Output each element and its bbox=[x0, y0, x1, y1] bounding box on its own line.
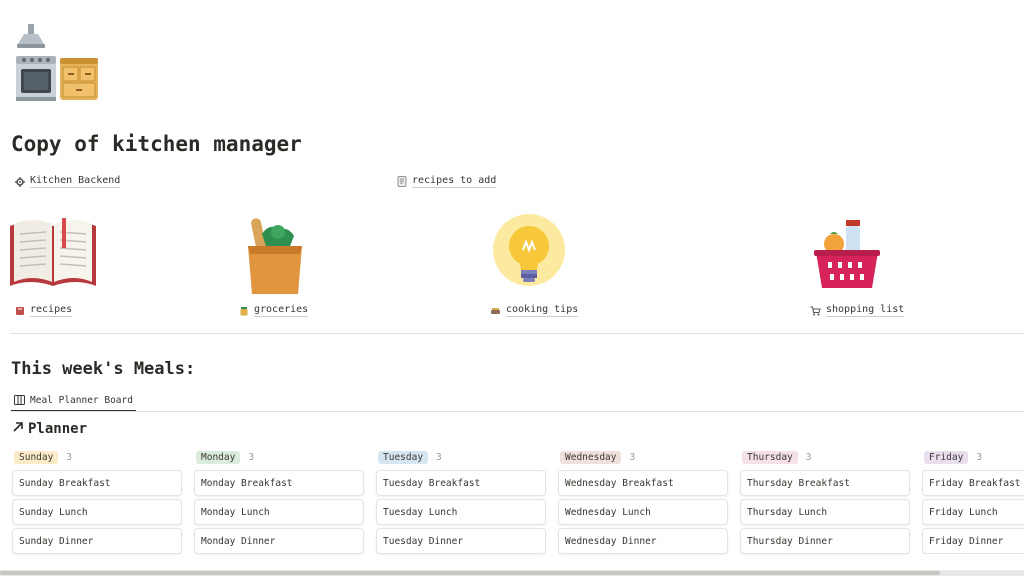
board-column-tuesday: Tuesday 3 Tuesday Breakfast Tuesday Lunc… bbox=[376, 448, 548, 554]
shopping-basket-icon bbox=[812, 212, 902, 296]
board-column-wednesday: Wednesday 3 Wednesday Breakfast Wednesda… bbox=[558, 448, 730, 554]
scrollbar-thumb[interactable] bbox=[0, 571, 940, 575]
open-book-icon bbox=[8, 212, 98, 296]
planner-title[interactable]: Planner bbox=[12, 421, 87, 437]
grocery-bag-icon bbox=[240, 212, 330, 296]
column-count: 3 bbox=[248, 451, 255, 463]
column-count: 3 bbox=[66, 451, 73, 463]
column-tag[interactable]: Friday bbox=[924, 450, 969, 464]
board-card[interactable]: Tuesday Breakfast bbox=[376, 470, 546, 496]
gallery-label: cooking tips bbox=[506, 304, 579, 317]
board-card[interactable]: Thursday Dinner bbox=[740, 528, 910, 554]
link-label: recipes to add bbox=[412, 175, 497, 188]
gallery-label: recipes bbox=[30, 304, 73, 317]
column-tag[interactable]: Monday bbox=[196, 450, 241, 464]
board-card[interactable]: Sunday Breakfast bbox=[12, 470, 182, 496]
column-count: 3 bbox=[436, 451, 442, 463]
gallery-label: shopping list bbox=[826, 304, 905, 317]
column-count: 3 bbox=[976, 451, 983, 463]
column-count: 3 bbox=[805, 451, 812, 463]
board-card[interactable]: Wednesday Lunch bbox=[558, 499, 728, 525]
board-column-thursday: Thursday 3 Thursday Breakfast Thursday L… bbox=[740, 448, 912, 554]
board-column-sunday: Sunday 3 Sunday Breakfast Sunday Lunch S… bbox=[12, 448, 184, 554]
column-tag[interactable]: Wednesday bbox=[560, 450, 622, 464]
light-bulb-icon bbox=[492, 212, 582, 296]
dish-icon bbox=[490, 305, 501, 316]
board-card[interactable]: Monday Breakfast bbox=[194, 470, 364, 496]
board-card[interactable]: Sunday Dinner bbox=[12, 528, 182, 554]
arrow-up-right-icon bbox=[12, 421, 24, 437]
horizontal-scrollbar[interactable] bbox=[0, 570, 1024, 576]
link-kitchen-backend[interactable]: Kitchen Backend bbox=[14, 175, 121, 188]
cart-icon bbox=[810, 305, 821, 316]
board-view-icon bbox=[14, 395, 25, 406]
board-card[interactable]: Thursday Lunch bbox=[740, 499, 910, 525]
section-title: This week's Meals: bbox=[11, 359, 196, 379]
tab-divider bbox=[10, 411, 1024, 412]
board-card[interactable]: Sunday Lunch bbox=[12, 499, 182, 525]
link-recipes-to-add[interactable]: recipes to add bbox=[396, 175, 497, 188]
link-label: Kitchen Backend bbox=[30, 175, 121, 188]
column-tag[interactable]: Sunday bbox=[14, 450, 59, 464]
board-card[interactable]: Friday Lunch bbox=[922, 499, 1024, 525]
kitchen-stove-icon[interactable] bbox=[14, 22, 102, 104]
divider bbox=[10, 333, 1024, 334]
board-column-monday: Monday 3 Monday Breakfast Monday Lunch M… bbox=[194, 448, 366, 554]
board-card[interactable]: Friday Breakfast bbox=[922, 470, 1024, 496]
tab-label: Meal Planner Board bbox=[30, 394, 133, 406]
board-card[interactable]: Tuesday Dinner bbox=[376, 528, 546, 554]
planner-title-label: Planner bbox=[28, 421, 88, 437]
document-icon bbox=[396, 176, 407, 187]
board-column-friday: Friday 3 Friday Breakfast Friday Lunch F… bbox=[922, 448, 1024, 554]
gallery-label: groceries bbox=[254, 304, 309, 317]
board-card[interactable]: Thursday Breakfast bbox=[740, 470, 910, 496]
column-count: 3 bbox=[629, 451, 636, 463]
tab-meal-planner-board[interactable]: Meal Planner Board bbox=[11, 390, 136, 412]
column-tag[interactable]: Thursday bbox=[742, 450, 798, 464]
board-card[interactable]: Monday Lunch bbox=[194, 499, 364, 525]
board-card[interactable]: Friday Dinner bbox=[922, 528, 1024, 554]
book-icon bbox=[14, 305, 25, 316]
board-card[interactable]: Tuesday Lunch bbox=[376, 499, 546, 525]
page-title[interactable]: Copy of kitchen manager bbox=[11, 132, 302, 156]
gear-icon bbox=[14, 176, 25, 187]
board-card[interactable]: Wednesday Breakfast bbox=[558, 470, 728, 496]
jar-icon bbox=[238, 305, 249, 316]
column-tag[interactable]: Tuesday bbox=[378, 450, 429, 464]
board-card[interactable]: Monday Dinner bbox=[194, 528, 364, 554]
board-card[interactable]: Wednesday Dinner bbox=[558, 528, 728, 554]
